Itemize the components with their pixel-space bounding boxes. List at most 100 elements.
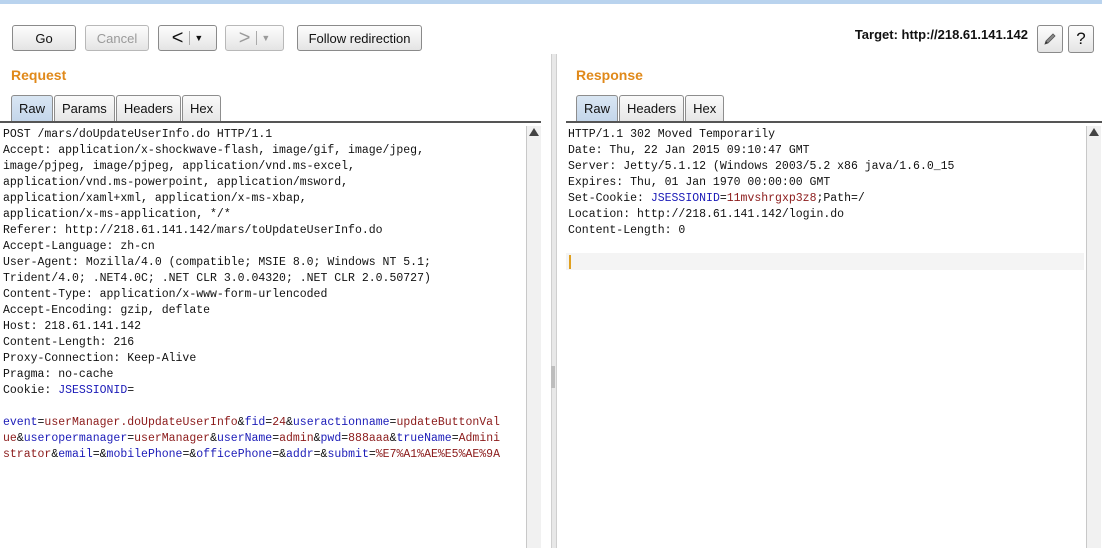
tab-hex[interactable]: Hex [181, 95, 222, 121]
request-body-line: strator&email=&mobilePhone=&officePhone=… [3, 447, 525, 463]
param-separator: =& [182, 448, 197, 461]
tab-headers[interactable]: Headers [619, 95, 685, 121]
set-cookie-label: Set-Cookie: [568, 192, 651, 205]
tab-raw[interactable]: Raw [576, 95, 619, 121]
param-separator: = [451, 432, 459, 445]
tab-underline [566, 121, 1102, 123]
request-line: image/pjpeg, image/pjpeg, application/vn… [3, 160, 355, 173]
forward-button[interactable]: > ▼ [225, 25, 284, 51]
param-name: mobilePhone [106, 448, 183, 461]
param-name: pwd [320, 432, 342, 445]
forward-arrow-icon: > [238, 27, 251, 49]
param-separator: =& [272, 448, 287, 461]
request-editor[interactable]: POST /mars/doUpdateUserInfo.do HTTP/1.1 A… [3, 127, 525, 548]
param-separator: =& [313, 448, 328, 461]
request-line: Pragma: no-cache [3, 368, 114, 381]
response-line: Content-Length: 0 [568, 224, 686, 237]
tab-raw[interactable]: Raw [11, 95, 54, 121]
request-line: POST /mars/doUpdateUserInfo.do HTTP/1.1 [3, 128, 273, 141]
param-name: trueName [396, 432, 452, 445]
cookie-label: Cookie: [3, 384, 59, 397]
request-tabs: Raw Params Headers Hex [11, 95, 222, 121]
request-line: application/x-ms-application, */* [3, 208, 231, 221]
help-button[interactable]: ? [1068, 25, 1094, 53]
response-line: HTTP/1.1 302 Moved Temporarily [568, 128, 776, 141]
splitter-grip[interactable] [551, 366, 555, 388]
request-line: Accept-Language: zh-cn [3, 240, 155, 253]
cancel-button[interactable]: Cancel [85, 25, 149, 51]
cookie-value: 11mvshrgxp3z8 [726, 192, 817, 205]
param-separator: & [237, 416, 245, 429]
response-scrollbar[interactable] [1086, 126, 1101, 548]
request-line: Trident/4.0; .NET4.0C; .NET CLR 3.0.0432… [3, 272, 431, 285]
response-line: Set-Cookie: JSESSIONID=11mvshrgxp3z8;Pat… [568, 191, 1084, 207]
pencil-icon [1044, 33, 1056, 45]
back-button[interactable]: < ▼ [158, 25, 217, 51]
param-name: useractionname [292, 416, 390, 429]
param-value: 24 [272, 416, 286, 429]
param-value: 888aaa [348, 432, 390, 445]
param-name: event [3, 416, 38, 429]
param-value: %E7%A1%AE%E5%AE%9A [375, 448, 500, 461]
param-separator: =& [92, 448, 107, 461]
param-name: userName [216, 432, 273, 445]
param-separator: & [210, 432, 217, 445]
param-value: updateButtonVal [396, 416, 500, 429]
cookie-equals: = [127, 384, 135, 397]
param-value: userManager.doUpdateUserInfo [44, 416, 238, 429]
request-line: User-Agent: Mozilla/4.0 (compatible; MSI… [3, 256, 431, 269]
param-separator: & [313, 432, 321, 445]
tab-params[interactable]: Params [54, 95, 115, 121]
follow-redirection-button[interactable]: Follow redirection [297, 25, 422, 51]
target-label: Target: http://218.61.141.142 [854, 27, 1028, 42]
param-name: officePhone [196, 448, 273, 461]
divider [189, 31, 191, 45]
tab-hex[interactable]: Hex [685, 95, 725, 121]
response-line: Location: http://218.61.141.142/login.do [568, 208, 845, 221]
request-body-line: ue&useropermanager=userManager&userName=… [3, 431, 525, 447]
back-arrow-icon: < [171, 27, 184, 49]
request-line: Proxy-Connection: Keep-Alive [3, 352, 197, 365]
edit-target-button[interactable] [1037, 25, 1063, 53]
tab-headers[interactable]: Headers [115, 95, 181, 121]
request-body-line: event=userManager.doUpdateUserInfo&fid=2… [3, 415, 525, 431]
response-tabs: Raw Headers Hex [576, 95, 725, 121]
request-line: Content-Type: application/x-www-form-url… [3, 288, 328, 301]
cookie-equals: = [719, 192, 727, 205]
request-line: Accept: application/x-shockwave-flash, i… [3, 144, 424, 157]
cookie-name: JSESSIONID [58, 384, 128, 397]
param-name: fid [244, 416, 266, 429]
request-line: Accept-Encoding: gzip, deflate [3, 304, 211, 317]
param-name: addr [286, 448, 314, 461]
response-editor[interactable]: HTTP/1.1 302 Moved Temporarily Date: Thu,… [568, 127, 1084, 548]
param-name: useropermanager [23, 432, 128, 445]
panel-splitter[interactable] [551, 54, 557, 548]
param-value: strator [3, 448, 52, 461]
request-line: Content-Length: 216 [3, 336, 135, 349]
chevron-down-icon[interactable]: ▼ [261, 33, 270, 43]
param-name: submit [327, 448, 369, 461]
cookie-path: ;Path=/ [816, 192, 865, 205]
param-value: userManager [134, 432, 211, 445]
request-line: Host: 218.61.141.142 [3, 320, 142, 333]
param-value: admin [279, 432, 314, 445]
param-value: ue [3, 432, 17, 445]
request-scrollbar[interactable] [526, 126, 541, 548]
divider [256, 31, 258, 45]
go-button[interactable]: Go [12, 25, 76, 51]
request-line: Referer: http://218.61.141.142/mars/toUp… [3, 224, 383, 237]
scroll-up-icon[interactable] [1089, 128, 1099, 136]
tab-underline [0, 121, 541, 123]
request-line: application/xaml+xml, application/x-ms-x… [3, 192, 307, 205]
param-value: Admini [458, 432, 501, 445]
chevron-down-icon[interactable]: ▼ [194, 33, 203, 43]
response-line: Expires: Thu, 01 Jan 1970 00:00:00 GMT [568, 176, 831, 189]
response-line: Date: Thu, 22 Jan 2015 09:10:47 GMT [568, 144, 810, 157]
request-line: Cookie: JSESSIONID= [3, 383, 525, 399]
param-separator: & [286, 416, 293, 429]
param-name: email [58, 448, 93, 461]
scroll-up-icon[interactable] [529, 128, 539, 136]
response-line: Server: Jetty/5.1.12 (Windows 2003/5.2 x… [568, 160, 955, 173]
param-separator: = [368, 448, 376, 461]
